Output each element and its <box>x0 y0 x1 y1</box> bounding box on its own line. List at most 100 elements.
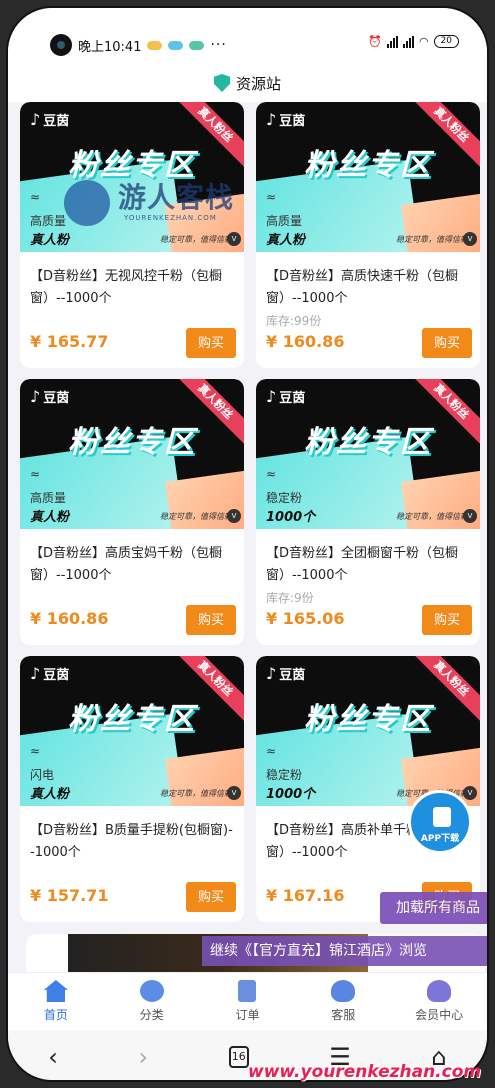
load-all-products-button[interactable]: 加载所有商品 <box>380 892 487 924</box>
buy-button[interactable]: 购买 <box>186 882 236 912</box>
banner-tagline: 稳定可靠，值得信赖 <box>396 512 468 521</box>
banner-subtitle-bold: 真人粉 <box>30 510 70 525</box>
tab-label: 订单 <box>235 1008 260 1022</box>
wave-icon: ≈ <box>266 744 277 758</box>
verified-icon: V <box>227 786 241 800</box>
tab-label: 分类 <box>139 1008 164 1022</box>
phone-screen: 晚上10:41 ··· ⏰ ◠ 20 资源站 ♪ 豆茵 粉丝专区 真人粉丝 ≈ … <box>6 6 489 1082</box>
product-banner: ♪ 豆茵 粉丝专区 真人粉丝 ≈ 高质量 真人粉 稳定可靠，值得信赖 V <box>256 102 480 252</box>
product-card[interactable]: ♪ 豆茵 粉丝专区 真人粉丝 ≈ 高质量 真人粉 稳定可靠，值得信赖 V 【D音粉… <box>20 379 244 645</box>
home-icon <box>43 980 68 1002</box>
signal-icon-1 <box>386 35 398 48</box>
douyin-logo: ♪ 豆茵 <box>30 664 70 683</box>
wave-icon: ≈ <box>30 467 41 481</box>
verified-icon: V <box>463 786 477 800</box>
more-notifications-icon: ··· <box>210 37 227 53</box>
status-time: 晚上10:41 <box>78 39 142 55</box>
product-stock: 库存:9份 <box>266 591 314 605</box>
verified-icon: V <box>463 509 477 523</box>
tab-label: 会员中心 <box>415 1008 464 1022</box>
product-name[interactable]: 【D音粉丝】B质量手提粉(包橱窗)--1000个 <box>30 820 236 864</box>
product-card[interactable]: ♪豆茵 粉丝专区 真人粉丝 ≈ 稳定粉 1000个 稳定可靠，值得信赖 V 【D… <box>256 656 480 922</box>
verified-icon: V <box>227 509 241 523</box>
music-note-icon: ♪ <box>30 664 41 683</box>
product-price: ¥ 160.86 <box>266 332 345 351</box>
wifi-icon: ◠ <box>418 35 429 48</box>
buy-button[interactable]: 购买 <box>422 328 472 358</box>
douyin-logo: ♪ 豆茵 <box>30 110 70 129</box>
watermark-site-url: www.yourenkezhan.com <box>248 1062 482 1082</box>
douyin-logo: ♪ 豆茵 <box>266 110 306 129</box>
service-icon <box>331 980 356 1002</box>
watermark-overlay: 游人客栈 <box>118 181 235 214</box>
product-card[interactable]: ♪ 豆茵 粉丝专区 真人粉丝 ≈ 高质量 真人粉 稳定可靠，值得信赖 V 【D音粉… <box>256 102 480 368</box>
page-header: 资源站 <box>8 64 487 102</box>
wave-icon: ≈ <box>30 190 41 204</box>
signal-icon-2 <box>402 35 414 48</box>
weather-cloud-icon-2 <box>189 40 205 50</box>
banner-title: 粉丝专区 <box>68 425 196 460</box>
forward-icon[interactable]: › <box>139 1043 149 1071</box>
camera-cutout-icon <box>50 34 72 56</box>
music-note-icon: ♪ <box>266 387 277 406</box>
product-card[interactable]: ♪ 豆茵 粉丝专区 真人粉丝 ≈ 闪电 真人粉 稳定可靠，值得信赖 V 【D音粉丝… <box>20 656 244 922</box>
product-price: ¥ 160.86 <box>30 609 109 628</box>
music-note-icon: ♪ <box>30 110 41 129</box>
banner-subtitle: 高质量 <box>30 491 67 505</box>
banner-title: 粉丝专区 <box>304 702 432 737</box>
app-download-button[interactable]: APP下载 <box>408 790 472 854</box>
verified-icon: V <box>463 232 477 246</box>
product-name[interactable]: 【D音粉丝】高质快速千粉（包橱窗）--1000个 <box>266 266 472 310</box>
tab-orders[interactable]: 订单 <box>207 980 287 1023</box>
tab-service[interactable]: 客服 <box>303 980 383 1023</box>
product-price: ¥ 165.77 <box>30 332 109 351</box>
continue-browsing-banner[interactable]: 继续《【官方直充】锦江酒店》浏览 <box>202 936 487 966</box>
product-price: ¥ 157.71 <box>30 886 109 905</box>
status-right: ⏰ ◠ 20 <box>368 35 459 48</box>
tab-home[interactable]: 首页 <box>16 980 96 1023</box>
product-card[interactable]: ♪ 豆茵 粉丝专区 真人粉丝 ≈ 高质量 真人粉 稳定可靠，值得信赖 V 【D音粉… <box>20 102 244 368</box>
tab-member-center[interactable]: 会员中心 <box>399 980 479 1023</box>
status-left: 晚上10:41 ··· <box>50 34 227 56</box>
banner-subtitle: 高质量 <box>30 214 67 228</box>
tab-label: 客服 <box>331 1008 356 1022</box>
banner-subtitle-bold: 真人粉 <box>30 787 70 802</box>
banner-subtitle-bold: 1000个 <box>266 787 316 802</box>
product-name[interactable]: 【D音粉丝】无视风控千粉（包橱窗）--1000个 <box>30 266 236 310</box>
douyin-logo: ♪ 豆茵 <box>30 387 70 406</box>
banner-subtitle: 闪电 <box>30 768 55 782</box>
battery-icon: 20 <box>433 35 459 48</box>
buy-button[interactable]: 购买 <box>422 605 472 635</box>
music-note-icon: ♪ <box>266 110 277 129</box>
buy-button[interactable]: 购买 <box>186 328 236 358</box>
buy-button[interactable]: 购买 <box>186 605 236 635</box>
product-card[interactable]: ♪豆茵 粉丝专区 真人粉丝 ≈ 稳定粉 1000个 稳定可靠，值得信赖 V 【D… <box>256 379 480 645</box>
product-banner: ♪ 豆茵 粉丝专区 真人粉丝 ≈ 闪电 真人粉 稳定可靠，值得信赖 V <box>20 656 244 806</box>
music-note-icon: ♪ <box>30 387 41 406</box>
tab-label: 首页 <box>43 1008 68 1022</box>
banner-tagline: 稳定可靠，值得信赖 <box>160 235 232 244</box>
bottom-tab-bar: 首页 分类 订单 客服 会员中心 <box>8 972 487 1030</box>
banner-tagline: 稳定可靠，值得信赖 <box>396 235 468 244</box>
tabs-count-button[interactable]: 16 <box>228 1046 249 1068</box>
product-banner: ♪豆茵 粉丝专区 真人粉丝 ≈ 稳定粉 1000个 稳定可靠，值得信赖 V <box>256 379 480 529</box>
verified-icon: V <box>227 232 241 246</box>
wave-icon: ≈ <box>266 467 277 481</box>
category-icon <box>139 980 164 1002</box>
music-note-icon: ♪ <box>266 664 277 683</box>
back-icon[interactable]: ‹ <box>48 1043 58 1071</box>
banner-tagline: 稳定可靠，值得信赖 <box>160 789 232 798</box>
wave-icon: ≈ <box>266 190 277 204</box>
shield-icon <box>213 74 230 92</box>
product-name[interactable]: 【D音粉丝】高质宝妈千粉（包橱窗）--1000个 <box>30 543 236 587</box>
watermark-overlay-sub: YOURENKEZHAN.COM <box>124 214 217 222</box>
tab-category[interactable]: 分类 <box>112 980 192 1023</box>
banner-title: 粉丝专区 <box>68 702 196 737</box>
banner-title: 粉丝专区 <box>304 425 432 460</box>
banner-subtitle: 高质量 <box>266 214 303 228</box>
product-banner: ♪豆茵 粉丝专区 真人粉丝 ≈ 稳定粉 1000个 稳定可靠，值得信赖 V <box>256 656 480 806</box>
banner-subtitle: 稳定粉 <box>266 768 303 782</box>
watermark-logo-icon <box>64 180 110 226</box>
wave-icon: ≈ <box>30 744 41 758</box>
product-name[interactable]: 【D音粉丝】全团橱窗千粉（包橱窗）--1000个 <box>266 543 472 587</box>
